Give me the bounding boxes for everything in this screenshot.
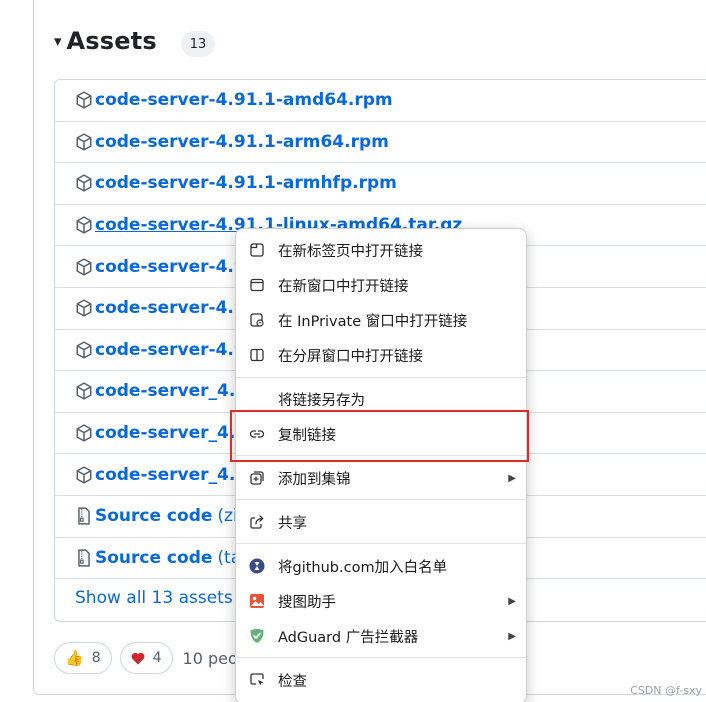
reaction-thumbs-up[interactable]: 👍 8 xyxy=(54,642,112,674)
menu-item-open-split-screen[interactable]: 在分屏窗口中打开链接 xyxy=(236,338,526,372)
package-icon xyxy=(76,341,92,359)
menu-item-image-search[interactable]: 搜图助手 ▶ xyxy=(236,584,526,618)
asset-link[interactable]: Source code xyxy=(95,548,212,568)
menu-item-label: 添加到集锦 xyxy=(278,471,351,488)
menu-item-label: 在 InPrivate 窗口中打开链接 xyxy=(278,313,468,330)
asset-link[interactable]: code-server-4.91.1-arm64.rpm xyxy=(95,132,389,152)
menu-item-label: AdGuard 广告拦截器 xyxy=(278,629,419,646)
package-icon xyxy=(76,424,92,442)
menu-item-share[interactable]: 共享 xyxy=(236,505,526,539)
new-window-icon xyxy=(248,276,266,294)
assets-count-badge: 13 xyxy=(181,31,215,57)
adguard-shield-icon xyxy=(248,627,266,645)
menu-item-whitelist-github[interactable]: 将github.com加入白名单 xyxy=(236,549,526,583)
menu-separator xyxy=(236,499,526,500)
menu-item-label: 共享 xyxy=(278,515,307,532)
menu-item-label: 搜图助手 xyxy=(278,594,336,611)
menu-item-open-new-tab[interactable]: 在新标签页中打开链接 xyxy=(236,233,526,267)
asset-row: code-server-4.91.1-amd64.rpm xyxy=(55,80,706,122)
menu-item-label: 将github.com加入白名单 xyxy=(278,559,448,576)
split-screen-icon xyxy=(248,346,266,364)
reacted-people-text: 10 peo xyxy=(182,648,238,668)
share-icon xyxy=(248,513,266,531)
menu-separator xyxy=(236,377,526,378)
thumbs-up-icon: 👍 xyxy=(65,649,84,667)
menu-separator xyxy=(236,543,526,544)
image-search-extension-icon xyxy=(248,592,266,610)
package-icon xyxy=(76,216,92,234)
context-menu: 在新标签页中打开链接 在新窗口中打开链接 在 InPrivate 窗口中打开链接… xyxy=(235,228,527,702)
asset-link[interactable]: code-server-4.91.1-amd64.rpm xyxy=(95,90,393,110)
hourglass-extension-icon xyxy=(248,557,266,575)
reactions-bar: 👍 8 4 10 peo xyxy=(54,642,238,674)
submenu-arrow-icon: ▶ xyxy=(508,472,516,484)
package-icon xyxy=(76,382,92,401)
menu-item-inspect[interactable]: 检查 xyxy=(236,663,526,697)
caret-down-icon[interactable]: ▾ xyxy=(54,33,62,49)
asset-row: code-server-4.91.1-arm64.rpm xyxy=(55,122,706,164)
inspect-icon xyxy=(248,671,266,689)
reaction-count: 8 xyxy=(91,650,101,666)
new-tab-icon xyxy=(248,241,266,259)
menu-item-label: 在分屏窗口中打开链接 xyxy=(278,348,423,365)
menu-item-label: 在新窗口中打开链接 xyxy=(278,278,409,295)
menu-item-label: 将链接另存为 xyxy=(278,392,365,409)
submenu-arrow-icon: ▶ xyxy=(508,630,516,642)
file-zip-icon xyxy=(78,549,90,567)
asset-link[interactable]: code-server-4.91 xyxy=(95,340,258,360)
inprivate-icon xyxy=(248,311,266,329)
heart-icon xyxy=(131,652,145,664)
menu-separator xyxy=(236,657,526,658)
menu-item-add-to-collections[interactable]: 添加到集锦 ▶ xyxy=(236,461,526,495)
assets-title: Assets xyxy=(66,27,157,55)
menu-item-label: 在新标签页中打开链接 xyxy=(278,243,423,260)
collections-icon xyxy=(248,469,266,487)
annotation-highlight-box xyxy=(230,410,529,462)
reaction-count: 4 xyxy=(152,650,162,666)
package-icon xyxy=(76,299,92,317)
watermark: CSDN @f-sxy xyxy=(630,684,702,697)
package-icon xyxy=(76,174,92,193)
package-icon xyxy=(76,258,92,276)
show-all-assets-link[interactable]: Show all 13 assets xyxy=(75,588,233,608)
assets-header[interactable]: ▾ Assets xyxy=(54,26,157,56)
package-icon xyxy=(76,133,92,151)
package-icon xyxy=(76,91,92,109)
submenu-arrow-icon: ▶ xyxy=(508,595,516,607)
menu-item-label: 检查 xyxy=(278,673,307,690)
asset-link[interactable]: code-server-4.91.1-armhfp.rpm xyxy=(95,173,397,193)
asset-row: code-server-4.91.1-armhfp.rpm xyxy=(55,163,706,205)
asset-link[interactable]: Source code xyxy=(95,506,212,526)
package-icon xyxy=(76,466,92,484)
menu-item-open-new-window[interactable]: 在新窗口中打开链接 xyxy=(236,268,526,302)
reaction-heart[interactable]: 4 xyxy=(119,642,173,674)
asset-link[interactable]: code-server-4.91 xyxy=(95,257,258,277)
file-zip-icon xyxy=(78,507,90,525)
menu-item-open-inprivate[interactable]: 在 InPrivate 窗口中打开链接 xyxy=(236,303,526,337)
menu-item-adguard[interactable]: AdGuard 广告拦截器 ▶ xyxy=(236,619,526,653)
asset-link[interactable]: code-server-4.91 xyxy=(95,298,258,318)
